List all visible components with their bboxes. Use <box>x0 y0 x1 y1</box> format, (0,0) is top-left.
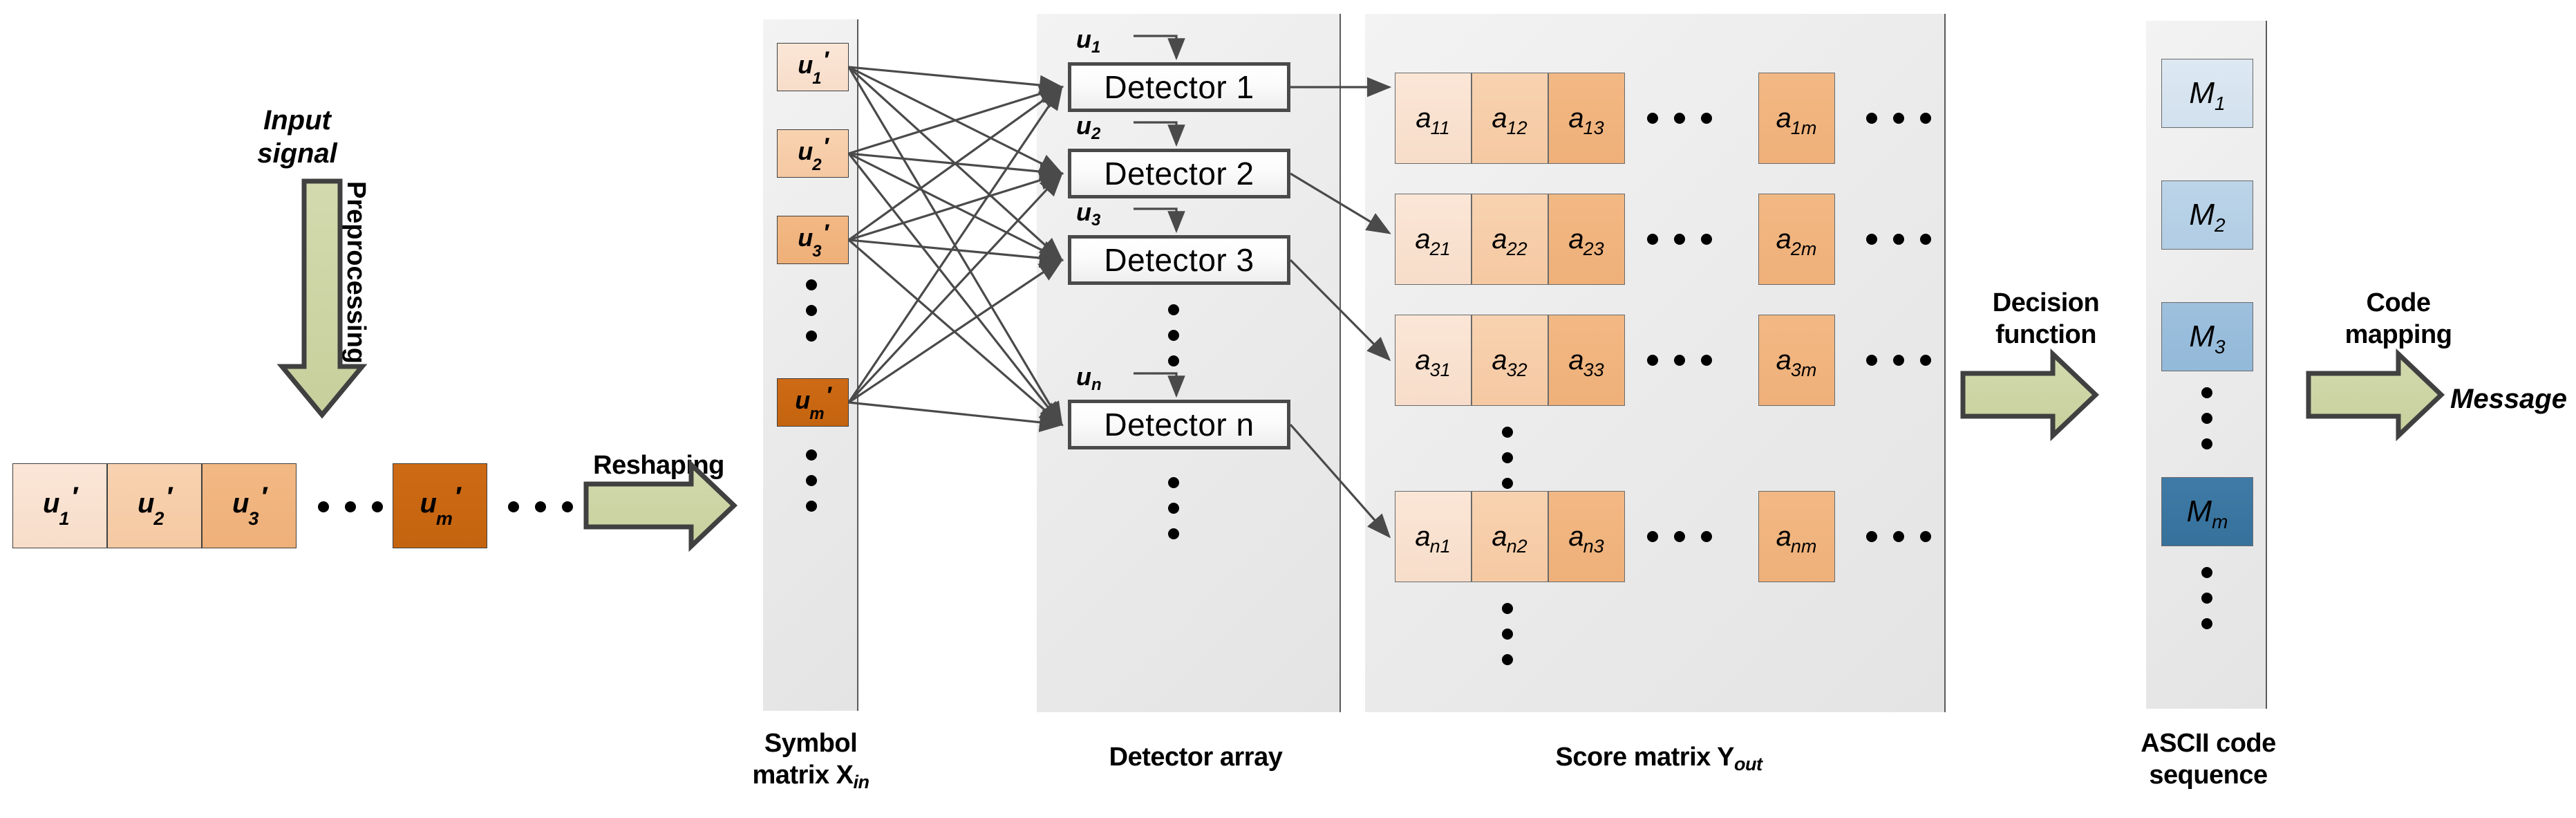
score-matrix-caption: Score matrix Yout <box>1555 743 1762 774</box>
symbol-matrix-ellipsis-top <box>806 279 817 342</box>
input-cell-u2-text: u2′ <box>137 482 173 529</box>
input-row-ellipsis-1 <box>318 501 383 512</box>
score-cell-a32: a32 <box>1472 315 1548 406</box>
input-cell-u2: u2′ <box>107 463 202 548</box>
detector-input-label-u3: u3 <box>1076 198 1101 230</box>
input-cell-u1: u1′ <box>12 463 107 548</box>
detector-box-n-label: Detector n <box>1104 407 1254 443</box>
score-cell-an2: an2 <box>1472 491 1548 582</box>
symbol-to-detector-connections <box>847 66 1064 433</box>
score-cell-an3: an3 <box>1548 491 1625 582</box>
symbol-matrix-ellipsis-bottom <box>806 449 817 512</box>
symbol-cell-u3-text: u3′ <box>798 219 829 261</box>
input-cell-u3-text: u3′ <box>232 482 267 529</box>
reshaping-label: Reshaping <box>593 451 724 480</box>
score-cell-a22: a22 <box>1472 194 1548 285</box>
detector-array-ellipsis-mid <box>1168 304 1179 366</box>
detector-box-3-label: Detector 3 <box>1104 242 1254 278</box>
detector-input-label-un: un <box>1076 362 1102 394</box>
symbol-matrix-caption: Symbol matrix Xin <box>735 727 887 793</box>
ascii-cell-mm: Mm <box>2161 477 2253 546</box>
score-cell-a23: a23 <box>1548 194 1625 285</box>
decision-function-line1: Decision <box>1992 288 2100 317</box>
score-cell-a1m: a1m <box>1758 73 1835 164</box>
score-rown-ellipsis-2 <box>1866 531 1931 542</box>
score-cell-an1: an1 <box>1395 491 1472 582</box>
symbol-cell-u1-text: u1′ <box>798 46 829 89</box>
ascii-ellipsis-mid <box>2201 387 2212 449</box>
ascii-sequence-caption: ASCII code sequence <box>2122 727 2295 791</box>
score-cell-a2m: a2m <box>1758 194 1835 285</box>
input-cell-um-text: um′ <box>420 482 461 529</box>
score-row3-ellipsis-1 <box>1647 355 1712 366</box>
score-cell-a13: a13 <box>1548 73 1625 164</box>
ascii-cell-m1: M1 <box>2161 59 2253 128</box>
ascii-ellipsis-bottom <box>2201 567 2212 629</box>
detector-array-caption: Detector array <box>1109 743 1283 772</box>
input-signal-line1: Input <box>263 105 331 136</box>
symbol-cell-um: um′ <box>777 378 849 427</box>
score-cell-a12: a12 <box>1472 73 1548 164</box>
symbol-cell-u2-text: u2′ <box>798 133 829 175</box>
score-rown-ellipsis-1 <box>1647 531 1712 542</box>
code-mapping-line2: mapping <box>2344 320 2452 349</box>
score-matrix-ellipsis-mid <box>1502 427 1513 489</box>
detector-input-label-u2: u2 <box>1076 111 1101 143</box>
decision-function-arrow-icon <box>1960 348 2100 442</box>
symbol-matrix-caption-line2: matrix Xin <box>752 761 869 792</box>
ascii-sequence-caption-line2: sequence <box>2149 761 2268 790</box>
input-signal-line2: signal <box>257 138 337 169</box>
input-cell-u3: u3′ <box>202 463 297 548</box>
detector-box-1-label: Detector 1 <box>1104 69 1254 105</box>
symbol-matrix-panel <box>763 19 858 711</box>
score-cell-a31: a31 <box>1395 315 1472 406</box>
score-row3-ellipsis-2 <box>1866 355 1931 366</box>
score-matrix-ellipsis-bottom <box>1502 603 1513 665</box>
ascii-sequence-caption-line1: ASCII code <box>2141 729 2276 758</box>
detector-box-3[interactable]: Detector 3 <box>1068 235 1290 285</box>
decision-function-label: Decision function <box>1956 287 2136 351</box>
diagram-canvas: Input signal Preprocessing u1′ u2′ u3′ u… <box>0 0 2576 818</box>
input-row-ellipsis-2 <box>508 501 573 512</box>
code-mapping-arrow-icon <box>2306 348 2445 442</box>
ascii-cell-m3: M3 <box>2161 302 2253 371</box>
detector-box-2-label: Detector 2 <box>1104 156 1254 192</box>
score-row1-ellipsis-1 <box>1647 113 1712 124</box>
ascii-cell-m2: M2 <box>2161 180 2253 250</box>
decision-function-line2: function <box>1995 320 2096 349</box>
score-row2-ellipsis-1 <box>1647 234 1712 245</box>
input-cell-um: um′ <box>393 463 487 548</box>
message-label: Message <box>2450 384 2567 414</box>
symbol-cell-u1: u1′ <box>777 43 849 91</box>
score-cell-a21: a21 <box>1395 194 1472 285</box>
symbol-cell-u3: u3′ <box>777 216 849 264</box>
detector-box-2[interactable]: Detector 2 <box>1068 149 1290 198</box>
code-mapping-label: Code mapping <box>2309 287 2488 351</box>
score-row1-ellipsis-2 <box>1866 113 1931 124</box>
score-cell-anm: anm <box>1758 491 1835 582</box>
score-cell-a33: a33 <box>1548 315 1625 406</box>
detector-box-n[interactable]: Detector n <box>1068 400 1290 449</box>
symbol-cell-u2: u2′ <box>777 129 849 178</box>
detector-array-ellipsis-bottom <box>1168 477 1179 539</box>
score-cell-a3m: a3m <box>1758 315 1835 406</box>
preprocessing-label-wrap: Preprocessing <box>341 181 386 458</box>
detector-box-1[interactable]: Detector 1 <box>1068 62 1290 112</box>
input-cell-u1-text: u1′ <box>42 482 78 529</box>
code-mapping-line1: Code <box>2366 288 2432 317</box>
symbol-cell-um-text: um′ <box>795 382 831 424</box>
input-signal-label: Input signal <box>194 104 401 170</box>
score-row2-ellipsis-2 <box>1866 234 1931 245</box>
preprocessing-label: Preprocessing <box>341 181 370 364</box>
symbol-matrix-caption-line1: Symbol <box>764 729 858 758</box>
detector-input-label-u1: u1 <box>1076 25 1101 57</box>
score-cell-a11: a11 <box>1395 73 1472 164</box>
